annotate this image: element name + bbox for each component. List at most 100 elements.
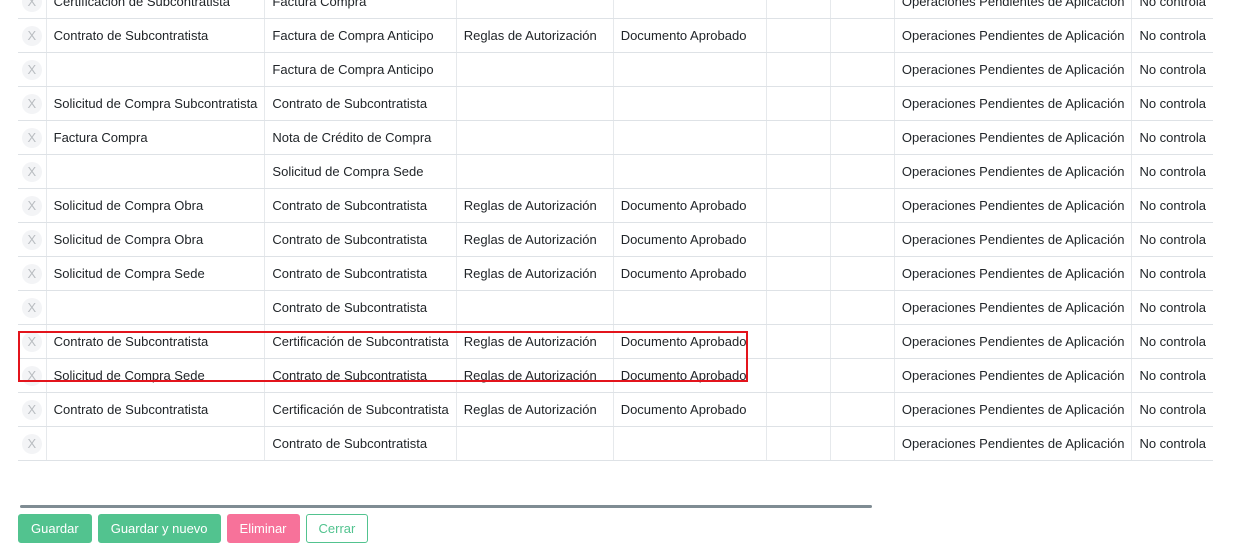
table-row[interactable]: X Contrato de Subcontratista Certificación… [18,324,1213,359]
cell-target-document[interactable]: Contrato de Subcontratista [264,426,457,461]
cell-target-document[interactable]: Solicitud de Compra Sede [264,154,457,189]
delete-row-icon[interactable]: X [21,263,42,284]
cell-extra-col-b[interactable] [830,0,895,19]
table-row[interactable]: X Contrato de Subcontratista Operaciones P… [18,290,1213,325]
cell-rule-type[interactable] [456,290,614,325]
cell-rule-type[interactable]: Reglas de Autorización [456,256,614,291]
cell-extra-col-a[interactable] [766,256,832,291]
cell-pending-operation[interactable]: Operaciones Pendientes de Aplicación [894,222,1133,257]
cell-extra-col-b[interactable] [830,52,895,87]
cell-extra-col-a[interactable] [766,154,832,189]
delete-row-icon[interactable]: X [21,195,42,216]
delete-row-icon[interactable]: X [21,331,42,352]
cell-origin-document[interactable] [46,426,266,461]
cell-extra-col-b[interactable] [830,392,895,427]
cell-pending-operation[interactable]: Operaciones Pendientes de Aplicación [894,0,1133,19]
cell-rule-type[interactable] [456,120,614,155]
cell-control[interactable]: No controla [1131,154,1213,189]
cell-rule-condition[interactable] [613,120,768,155]
cell-control[interactable]: No controla [1131,52,1213,87]
cell-extra-col-b[interactable] [830,86,895,121]
cell-extra-col-a[interactable] [766,188,832,223]
cell-origin-document[interactable]: Contrato de Subcontratista [46,392,266,427]
cell-origin-document[interactable]: Factura Compra [46,120,266,155]
table-row[interactable]: X Solicitud de Compra Sede Contrato de Sub… [18,256,1213,291]
cell-pending-operation[interactable]: Operaciones Pendientes de Aplicación [894,426,1133,461]
cell-rule-type[interactable] [456,154,614,189]
table-row[interactable]: X Certificación de Subcontratista Factura … [18,0,1213,19]
cell-pending-operation[interactable]: Operaciones Pendientes de Aplicación [894,86,1133,121]
cell-target-document[interactable]: Factura Compra [264,0,457,19]
cell-control[interactable]: No controla [1131,358,1213,393]
cell-control[interactable]: No controla [1131,0,1213,19]
cell-target-document[interactable]: Certificación de Subcontratista [264,324,457,359]
delete-row-icon[interactable]: X [21,365,42,386]
cell-extra-col-b[interactable] [830,324,895,359]
cell-rule-condition[interactable]: Documento Aprobado [613,392,768,427]
save-and-new-button[interactable]: Guardar y nuevo [97,514,221,543]
cell-origin-document[interactable]: Solicitud de Compra Subcontratista [46,86,266,121]
cell-pending-operation[interactable]: Operaciones Pendientes de Aplicación [894,324,1133,359]
delete-row-icon[interactable]: X [21,0,42,12]
cell-extra-col-b[interactable] [830,256,895,291]
cell-origin-document[interactable] [46,154,266,189]
cell-target-document[interactable]: Contrato de Subcontratista [264,358,457,393]
cell-pending-operation[interactable]: Operaciones Pendientes de Aplicación [894,188,1133,223]
cell-pending-operation[interactable]: Operaciones Pendientes de Aplicación [894,52,1133,87]
cell-pending-operation[interactable]: Operaciones Pendientes de Aplicación [894,392,1133,427]
cell-extra-col-b[interactable] [830,426,895,461]
cell-control[interactable]: No controla [1131,290,1213,325]
delete-row-icon[interactable]: X [21,399,42,420]
delete-button[interactable]: Eliminar [226,514,300,543]
cell-rule-condition[interactable]: Documento Aprobado [613,188,768,223]
cell-extra-col-a[interactable] [766,120,832,155]
table-row[interactable]: X Contrato de Subcontratista Operaciones P… [18,426,1213,461]
cell-rule-condition[interactable]: Documento Aprobado [613,358,768,393]
cell-target-document[interactable]: Factura de Compra Anticipo [264,18,457,53]
cell-origin-document[interactable]: Solicitud de Compra Obra [46,188,266,223]
cell-rule-condition[interactable]: Documento Aprobado [613,324,768,359]
cell-rule-type[interactable]: Reglas de Autorización [456,18,614,53]
table-row[interactable]: X Contrato de Subcontratista Factura de Co… [18,18,1213,53]
cell-pending-operation[interactable]: Operaciones Pendientes de Aplicación [894,358,1133,393]
cell-target-document[interactable]: Contrato de Subcontratista [264,188,457,223]
cell-rule-type[interactable] [456,426,614,461]
cell-rule-type[interactable]: Reglas de Autorización [456,358,614,393]
delete-row-icon[interactable]: X [21,161,42,182]
cell-rule-type[interactable]: Reglas de Autorización [456,392,614,427]
cell-origin-document[interactable]: Solicitud de Compra Sede [46,256,266,291]
cell-extra-col-b[interactable] [830,358,895,393]
cell-control[interactable]: No controla [1131,120,1213,155]
table-row[interactable]: X Solicitud de Compra Obra Contrato de Sub… [18,222,1213,257]
cell-extra-col-a[interactable] [766,324,832,359]
cell-rule-type[interactable] [456,86,614,121]
table-row[interactable]: X Solicitud de Compra Obra Contrato de Sub… [18,188,1213,223]
cell-extra-col-a[interactable] [766,392,832,427]
cell-extra-col-a[interactable] [766,0,832,19]
table-row[interactable]: X Solicitud de Compra Sede Operaciones Pen… [18,154,1213,189]
cell-pending-operation[interactable]: Operaciones Pendientes de Aplicación [894,256,1133,291]
cell-rule-condition[interactable] [613,154,768,189]
cell-origin-document[interactable]: Contrato de Subcontratista [46,324,266,359]
cell-extra-col-a[interactable] [766,358,832,393]
cell-rule-condition[interactable]: Documento Aprobado [613,18,768,53]
cell-extra-col-a[interactable] [766,86,832,121]
cell-control[interactable]: No controla [1131,18,1213,53]
cell-control[interactable]: No controla [1131,86,1213,121]
cell-pending-operation[interactable]: Operaciones Pendientes de Aplicación [894,154,1133,189]
cell-pending-operation[interactable]: Operaciones Pendientes de Aplicación [894,120,1133,155]
delete-row-icon[interactable]: X [21,433,42,454]
cell-target-document[interactable]: Contrato de Subcontratista [264,256,457,291]
delete-row-icon[interactable]: X [21,59,42,80]
delete-row-icon[interactable]: X [21,297,42,318]
cell-origin-document[interactable]: Solicitud de Compra Sede [46,358,266,393]
cell-target-document[interactable]: Contrato de Subcontratista [264,290,457,325]
cell-extra-col-b[interactable] [830,120,895,155]
cell-origin-document[interactable]: Certificación de Subcontratista [46,0,266,19]
cell-rule-type[interactable]: Reglas de Autorización [456,188,614,223]
cell-control[interactable]: No controla [1131,222,1213,257]
cell-pending-operation[interactable]: Operaciones Pendientes de Aplicación [894,18,1133,53]
cell-rule-condition[interactable] [613,0,768,19]
cell-rule-type[interactable]: Reglas de Autorización [456,324,614,359]
delete-row-icon[interactable]: X [21,25,42,46]
